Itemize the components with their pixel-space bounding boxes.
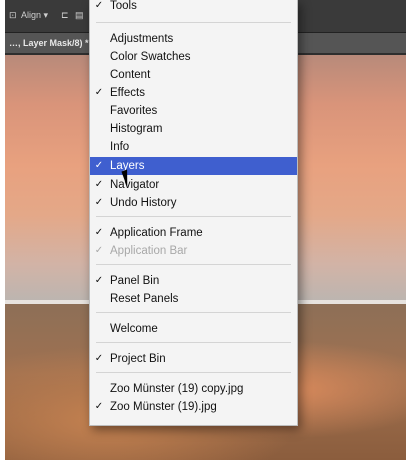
checkmark-icon: ✓ <box>94 227 104 238</box>
checkmark-icon: ✓ <box>94 245 104 256</box>
arrange-icon[interactable]: ▤ <box>75 10 84 21</box>
menu-item-application-bar: ✓ Application Bar <box>90 242 297 260</box>
menu-separator <box>96 372 291 373</box>
menu-item-document-copy[interactable]: Zoo Münster (19) copy.jpg <box>90 380 297 398</box>
window-menu: ✓ Tools Adjustments Color Swatches Conten… <box>89 0 298 426</box>
menu-item-reset-panels[interactable]: Reset Panels <box>90 290 297 308</box>
menu-item-welcome[interactable]: Welcome <box>90 320 297 338</box>
menu-item-adjustments[interactable]: Adjustments <box>90 30 297 48</box>
menu-item-histogram[interactable]: Histogram <box>90 120 297 138</box>
menu-item-effects[interactable]: ✓ Effects <box>90 84 297 102</box>
menu-item-content[interactable]: Content <box>90 66 297 84</box>
menu-separator <box>96 216 291 217</box>
checkmark-icon: ✓ <box>94 0 104 11</box>
menu-item-info[interactable]: Info <box>90 138 297 156</box>
checkmark-icon: ✓ <box>94 353 104 364</box>
checkmark-icon: ✓ <box>94 197 104 208</box>
menu-item-document[interactable]: ✓ Zoo Münster (19).jpg <box>90 398 297 416</box>
checkmark-icon: ✓ <box>94 160 104 171</box>
checkmark-icon: ✓ <box>94 87 104 98</box>
checkmark-icon: ✓ <box>94 275 104 286</box>
menu-item-color-swatches[interactable]: Color Swatches <box>90 48 297 66</box>
menu-item-panel-bin[interactable]: ✓ Panel Bin <box>90 272 297 290</box>
menu-item-favorites[interactable]: Favorites <box>90 102 297 120</box>
menu-item-tools[interactable]: ✓ Tools <box>90 0 297 15</box>
menu-item-application-frame[interactable]: ✓ Application Frame <box>90 224 297 242</box>
menu-item-navigator[interactable]: ✓ Navigator <box>90 176 297 194</box>
distribute-icon[interactable]: ⊏ <box>61 10 69 21</box>
menu-item-undo-history[interactable]: ✓ Undo History <box>90 194 297 212</box>
menu-separator <box>96 342 291 343</box>
checkmark-icon: ✓ <box>94 179 104 190</box>
tool-option-icon[interactable]: ⊡ <box>9 10 17 21</box>
checkmark-icon: ✓ <box>94 401 104 412</box>
menu-separator <box>96 264 291 265</box>
menu-separator <box>96 22 291 23</box>
align-dropdown[interactable]: Align ▾ <box>21 10 48 21</box>
menu-separator <box>96 312 291 313</box>
menu-item-project-bin[interactable]: ✓ Project Bin <box>90 350 297 368</box>
